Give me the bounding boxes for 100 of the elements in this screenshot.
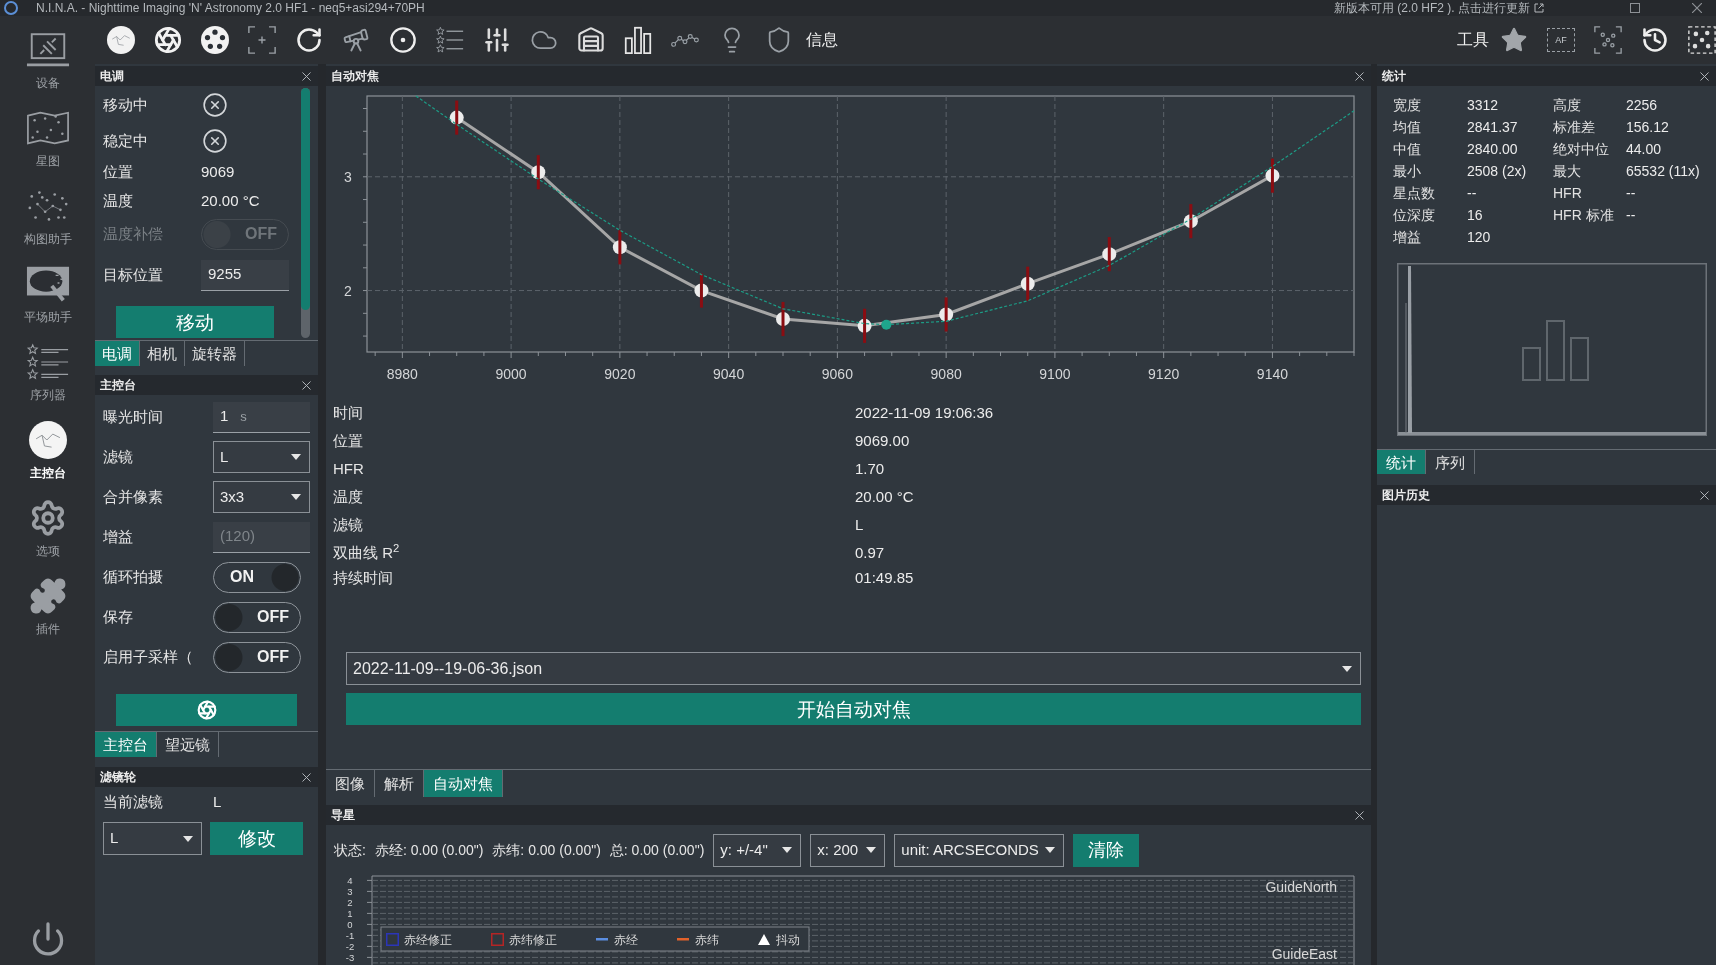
field-label: 当前滤镜 — [103, 792, 164, 813]
dome-icon[interactable] — [577, 26, 605, 54]
tab[interactable]: 自动对焦 — [424, 770, 503, 797]
field-label: 保存 — [103, 606, 134, 627]
move-button[interactable]: 移动 — [116, 306, 274, 338]
dropdown[interactable]: unit: ARCSECONDS — [894, 833, 1065, 867]
aperture-icon[interactable] — [154, 26, 182, 54]
axis-label: 9020 — [604, 366, 636, 382]
tab[interactable]: 图像 — [326, 770, 375, 797]
info-value: 20.00 °C — [855, 486, 915, 507]
dropdown[interactable]: y: +/-4" — [713, 833, 802, 867]
caret-down-icon — [1342, 665, 1352, 672]
tab[interactable]: 电调 — [95, 341, 140, 366]
field-label: 增益 — [103, 526, 134, 547]
data-point — [1183, 204, 1198, 239]
panel-title: 主控台 — [100, 379, 136, 391]
info-value: L — [855, 514, 865, 535]
tools-menu[interactable]: 工具 — [1457, 28, 1489, 52]
tab[interactable]: 旋转器 — [185, 341, 245, 366]
star-list-icon[interactable] — [436, 26, 464, 54]
nav-item[interactable]: 平场助手 — [0, 262, 95, 340]
dropdown[interactable]: 2022-11-09--19-06-36.json — [346, 652, 1361, 685]
toggle-switch[interactable]: ON — [213, 561, 301, 593]
update-notice[interactable]: 新版本可用 (2.0 HF2 ). 点击进行更新 — [1334, 2, 1530, 14]
info-value: 9069.00 — [855, 430, 911, 451]
filter-wheel-icon[interactable] — [201, 26, 229, 54]
info-menu[interactable]: 信息 — [806, 28, 838, 52]
star-icon[interactable] — [1500, 26, 1528, 54]
maximize-icon[interactable] — [1630, 3, 1640, 13]
dropdown[interactable]: L — [213, 441, 310, 473]
rotate-icon[interactable] — [295, 26, 323, 54]
constellation-disc-icon[interactable] — [107, 26, 135, 54]
info-label: 时间 — [333, 402, 364, 423]
stat-label: 中值 — [1393, 139, 1422, 159]
tab[interactable]: 相机 — [140, 341, 185, 366]
capture-button[interactable] — [116, 694, 297, 726]
data-point — [857, 308, 872, 343]
start-autofocus-button[interactable]: 开始自动对焦 — [346, 693, 1361, 725]
axis-label: -3 — [345, 951, 355, 963]
nav-item[interactable]: 主控台 — [0, 418, 95, 496]
stat-value: 3312 — [1467, 95, 1499, 115]
nav-item[interactable]: 构图助手 — [0, 184, 95, 262]
axis-label: 9040 — [713, 366, 745, 382]
stat-label: HFR — [1553, 183, 1583, 203]
target-icon[interactable] — [389, 26, 417, 54]
panel-title: 自动对焦 — [331, 70, 379, 82]
tab[interactable]: 统计 — [1377, 450, 1426, 474]
panel-title: 统计 — [1382, 70, 1406, 82]
input-field[interactable]: 1 s — [213, 401, 310, 433]
nav-item[interactable]: 插件 — [0, 574, 95, 652]
app-logo-icon — [4, 1, 18, 15]
autofocus-button[interactable]: AF — [1547, 28, 1575, 52]
nav-item[interactable]: 设备 — [0, 28, 95, 106]
nav-item[interactable]: 选项 — [0, 496, 95, 574]
status-reading: 赤纬: 0.00 (0.00") — [492, 840, 601, 860]
caret-down-icon — [1045, 847, 1056, 853]
caret-down-icon — [782, 847, 793, 853]
data-point — [449, 100, 464, 135]
caret-down-icon — [866, 847, 877, 853]
telescope-icon[interactable] — [342, 26, 370, 54]
focus-brackets-icon[interactable] — [248, 26, 276, 54]
tab[interactable]: 序列 — [1426, 450, 1475, 474]
history-icon[interactable] — [1641, 26, 1669, 54]
field-label: 温度 — [103, 190, 134, 211]
tab[interactable]: 望远镜 — [157, 732, 219, 757]
close-icon[interactable] — [1692, 3, 1702, 13]
nav-item[interactable]: 序列器 — [0, 340, 95, 418]
change-button[interactable]: 修改 — [210, 822, 303, 855]
nav-item[interactable]: 星图 — [0, 106, 95, 184]
status-reading: 总: 0.00 (0.00") — [609, 840, 705, 860]
sliders-icon[interactable] — [483, 26, 511, 54]
bar-chart-icon[interactable] — [624, 26, 652, 54]
input-field[interactable]: 9255 — [201, 259, 289, 291]
panel-title: 电调 — [100, 70, 124, 82]
toggle-switch[interactable]: OFF — [213, 601, 301, 633]
chart-label: GuideEast — [1271, 946, 1337, 962]
chart-label: GuideNorth — [1265, 879, 1337, 895]
stat-label: 最大 — [1553, 161, 1582, 181]
info-value: 01:49.85 — [855, 568, 915, 588]
unit-label: s — [240, 407, 247, 426]
info-label: 温度 — [333, 486, 364, 507]
info-label: 持续时间 — [333, 568, 394, 588]
axis-label: 0 — [347, 918, 353, 930]
dropdown[interactable]: L — [103, 822, 202, 855]
panel-title: 导星 — [331, 809, 355, 821]
tab[interactable]: 主控台 — [95, 732, 157, 757]
stat-label: 宽度 — [1393, 95, 1422, 115]
dropdown[interactable]: x: 200 — [810, 833, 886, 867]
info-value: 0.97 — [855, 542, 886, 563]
aperture-icon — [196, 700, 217, 720]
panel-title: 图片历史 — [1382, 489, 1430, 501]
clear-button[interactable]: 清除 — [1073, 833, 1140, 867]
dropdown[interactable]: 3x3 — [213, 481, 310, 513]
data-point — [694, 273, 709, 308]
dotted-square-icon[interactable] — [1688, 26, 1716, 54]
star-grid-icon[interactable] — [1594, 26, 1622, 54]
toggle-switch[interactable]: OFF — [213, 641, 301, 673]
axis-label: 2 — [344, 282, 352, 299]
axis-label: 9120 — [1148, 366, 1180, 382]
field-label: 滤镜 — [103, 446, 134, 467]
